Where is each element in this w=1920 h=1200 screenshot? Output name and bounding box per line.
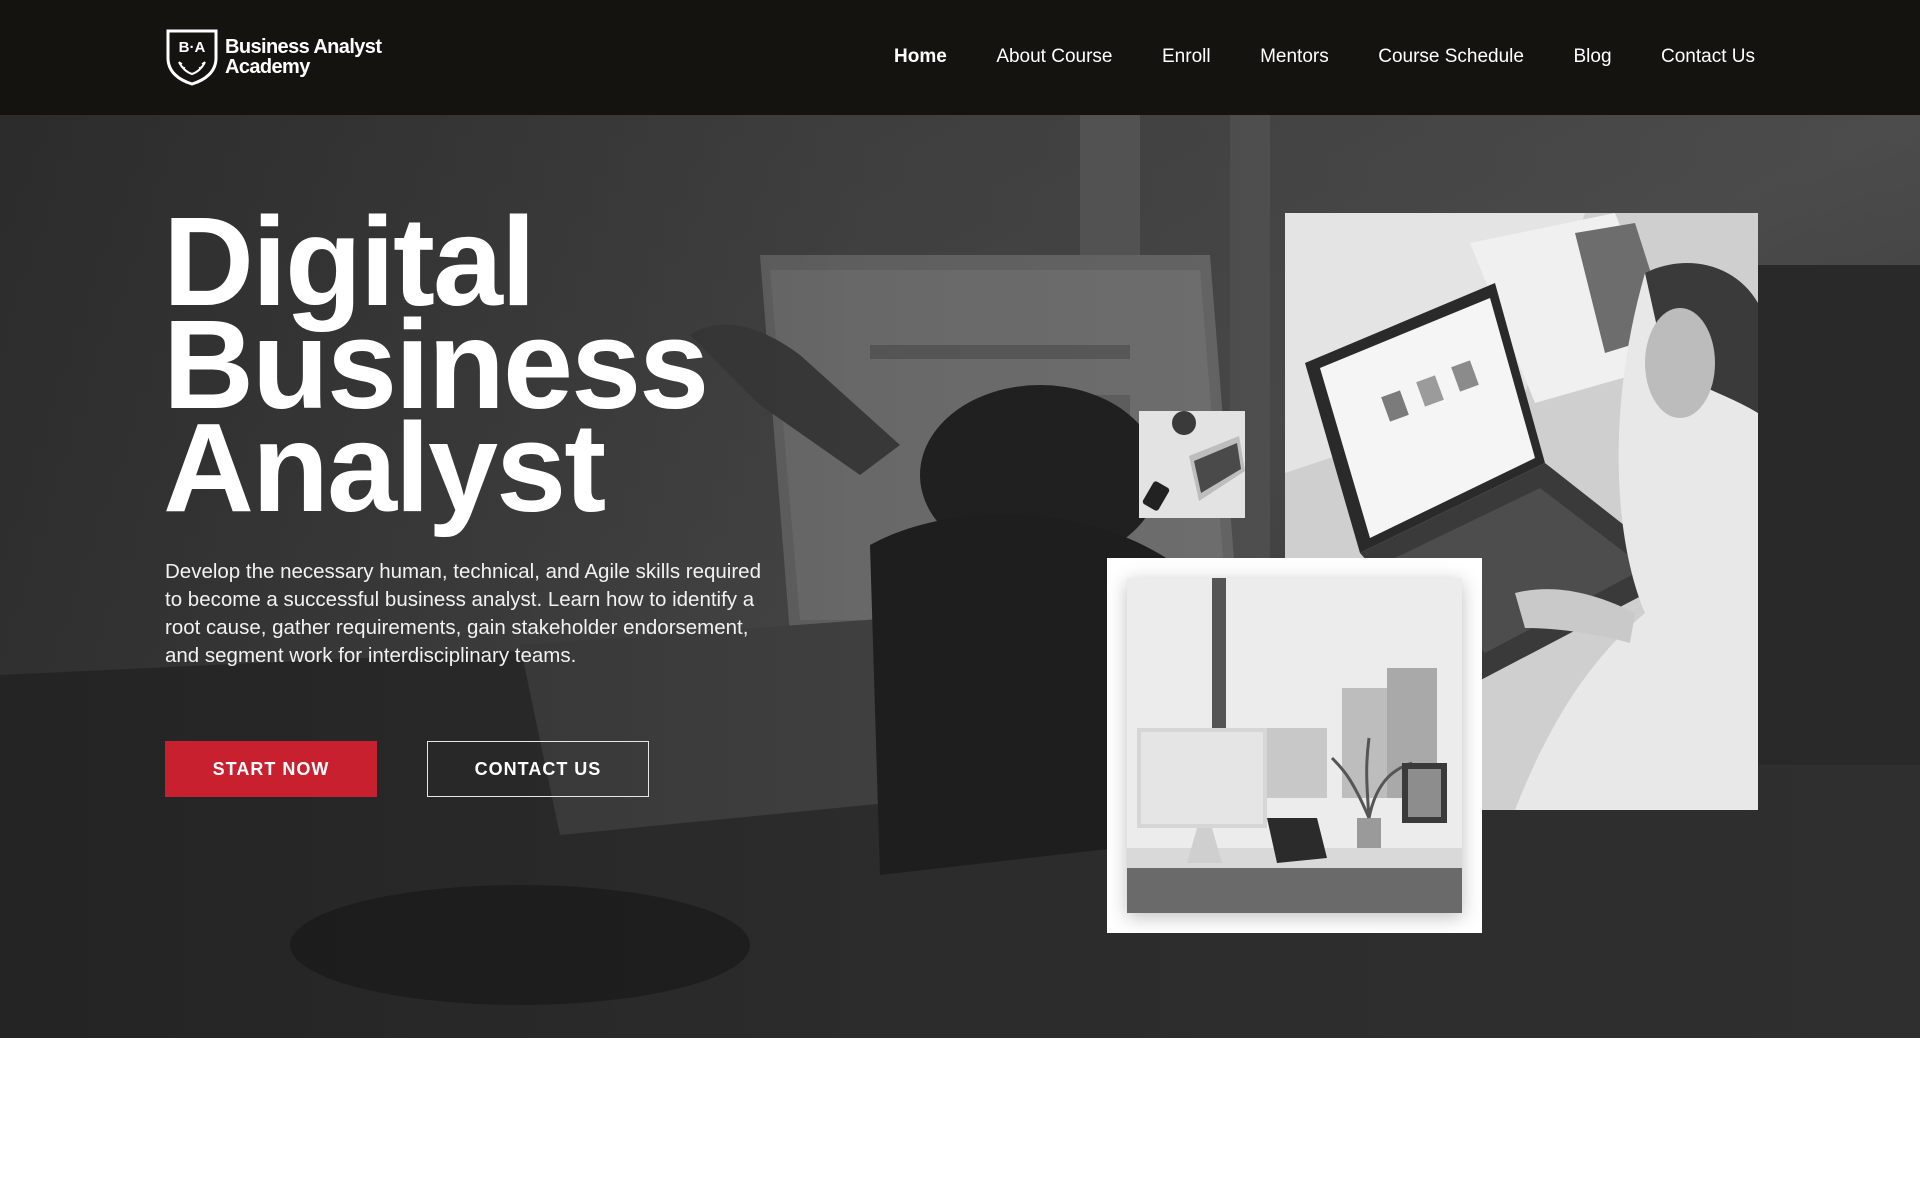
hero-description: Develop the necessary human, technical, … [165, 560, 761, 667]
hero-title: Digital Business Analyst [163, 199, 863, 538]
below-hero-area [0, 1038, 1920, 1200]
nav-mentors[interactable]: Mentors [1260, 45, 1329, 69]
brand-name-line1: Business Analyst [225, 36, 382, 58]
contact-us-button[interactable]: CONTACT US [427, 741, 649, 797]
nav-about-course[interactable]: About Course [996, 45, 1112, 69]
brand-name-line2: Academy [225, 56, 310, 78]
shield-logo-icon: B·A [166, 29, 218, 86]
nav-home[interactable]: Home [894, 45, 947, 69]
main-nav: Home About Course Enroll Mentors Course … [894, 45, 1755, 69]
start-now-button[interactable]: START NOW [165, 741, 377, 797]
nav-course-schedule[interactable]: Course Schedule [1378, 45, 1524, 69]
svg-text:B·A: B·A [179, 39, 206, 56]
hero-section: Digital Business Analyst Develop the nec… [0, 115, 1920, 1038]
office-desk-photo [1107, 558, 1482, 933]
brand-logo[interactable]: B·A Business Analyst Academy [165, 28, 382, 86]
nav-enroll[interactable]: Enroll [1162, 45, 1211, 69]
nav-blog[interactable]: Blog [1573, 45, 1611, 69]
hero-title-line: Analyst [163, 397, 606, 538]
brand-name: Business Analyst Academy [225, 36, 382, 78]
nav-contact-us[interactable]: Contact Us [1661, 45, 1755, 69]
desk-laptop-photo [1139, 411, 1245, 518]
site-header: B·A Business Analyst Academy Home About … [0, 0, 1920, 115]
